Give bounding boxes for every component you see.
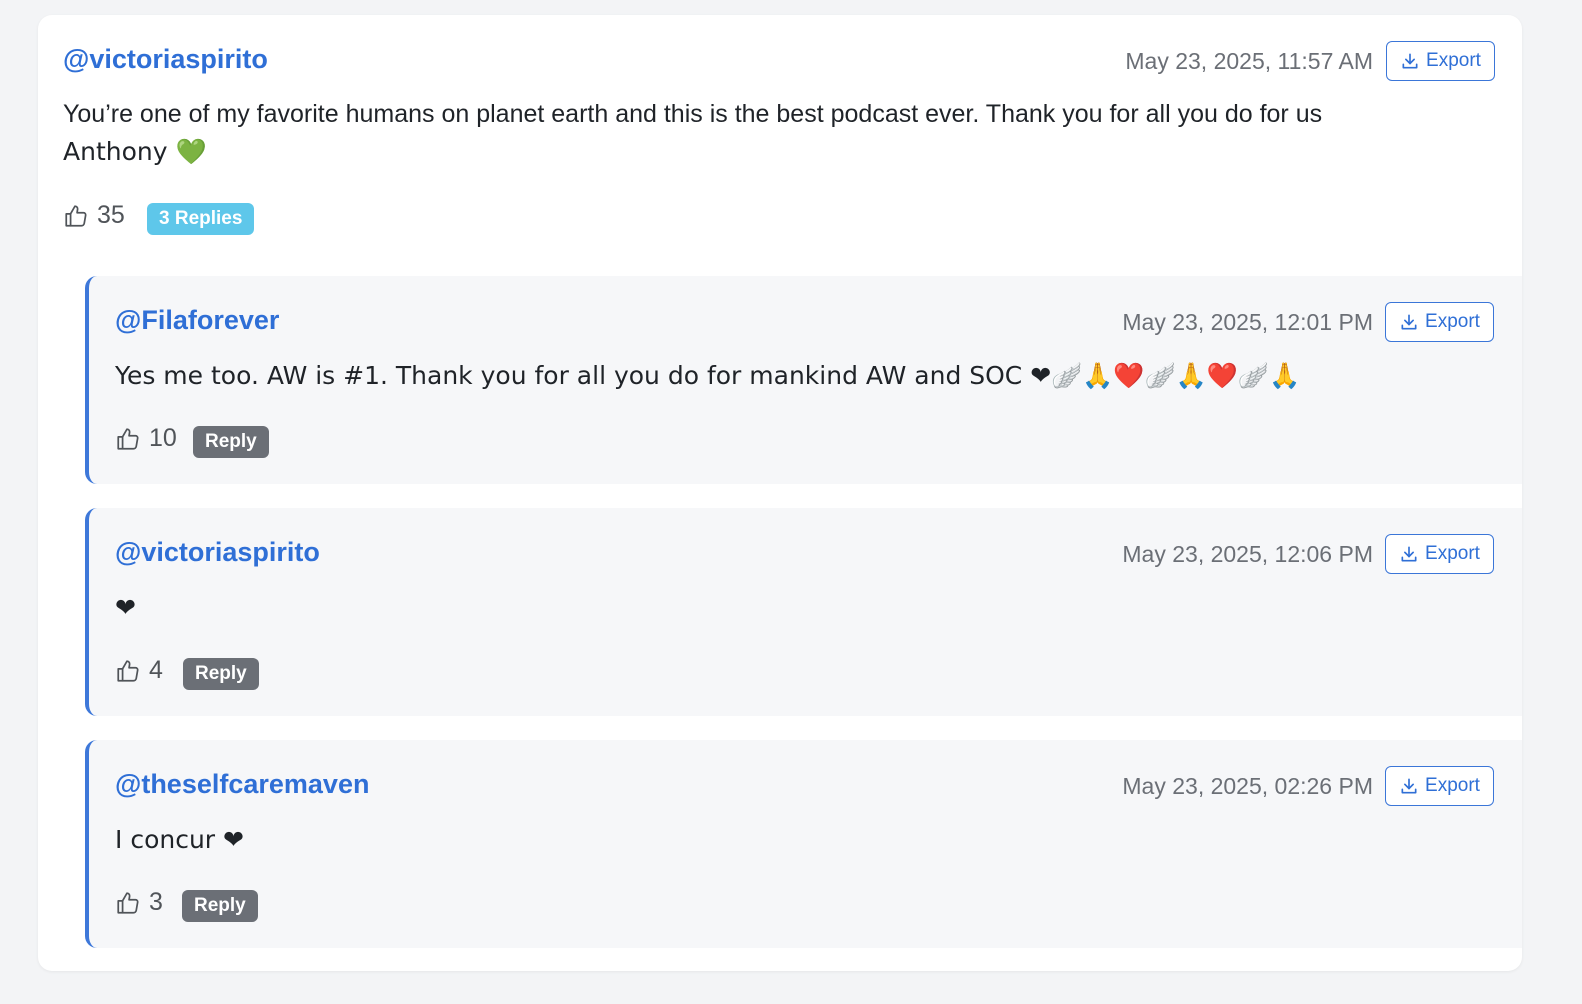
export-button[interactable]: Export [1386,41,1495,81]
export-label: Export [1425,311,1480,332]
comment-text-line-2: Anthony 💚 [63,137,207,166]
comment-text-line-1: You’re one of my favorite humans on plan… [63,100,1323,128]
like-count: 4 [149,656,163,684]
reply-timestamp: May 23, 2025, 12:06 PM [1122,541,1373,567]
like-button[interactable]: 4 [115,656,163,685]
like-button[interactable]: 3 [115,888,163,917]
reply-author[interactable]: @Filaforever [115,305,279,336]
reply-author[interactable]: @theselfcaremaven [115,769,369,800]
comment-card: @victoriaspirito May 23, 2025, 11:57 AM … [38,15,1522,971]
reply-card: @Filaforever May 23, 2025, 12:01 PM Expo… [85,276,1522,484]
comment-timestamp: May 23, 2025, 11:57 AM [1125,48,1373,74]
download-icon [1402,53,1418,69]
export-button[interactable]: Export [1385,302,1494,342]
like-button[interactable]: 35 [63,201,125,230]
like-count: 35 [97,201,125,229]
like-count: 10 [149,424,177,452]
reply-button[interactable]: Reply [182,890,258,922]
export-label: Export [1425,775,1480,796]
thumbs-up-icon [117,427,139,450]
replies-toggle-badge[interactable]: 3 Replies [147,203,255,235]
thumbs-up-icon [65,204,87,227]
thumbs-up-icon [117,891,139,914]
download-icon [1401,546,1417,562]
reply-button[interactable]: Reply [183,658,259,690]
reply-timestamp: May 23, 2025, 12:01 PM [1122,309,1373,335]
reply-timestamp: May 23, 2025, 02:26 PM [1122,773,1373,799]
like-button[interactable]: 10 [115,424,177,453]
reply-author[interactable]: @victoriaspirito [115,537,320,568]
export-button[interactable]: Export [1385,534,1494,574]
reply-text: ❤ [115,593,136,622]
comment-text: You’re one of my favorite humans on plan… [63,95,1483,171]
export-button[interactable]: Export [1385,766,1494,806]
reply-card: @theselfcaremaven May 23, 2025, 02:26 PM… [85,740,1522,948]
reply-card: @victoriaspirito May 23, 2025, 12:06 PM … [85,508,1522,716]
reply-text: Yes me too. AW is #1. Thank you for all … [115,361,1301,390]
download-icon [1401,314,1417,330]
reply-text: I concur ❤ [115,825,244,854]
reply-button[interactable]: Reply [193,426,269,458]
like-count: 3 [149,888,163,916]
thumbs-up-icon [117,659,139,682]
comment-author[interactable]: @victoriaspirito [63,44,268,75]
export-label: Export [1426,50,1481,71]
export-label: Export [1425,543,1480,564]
download-icon [1401,778,1417,794]
